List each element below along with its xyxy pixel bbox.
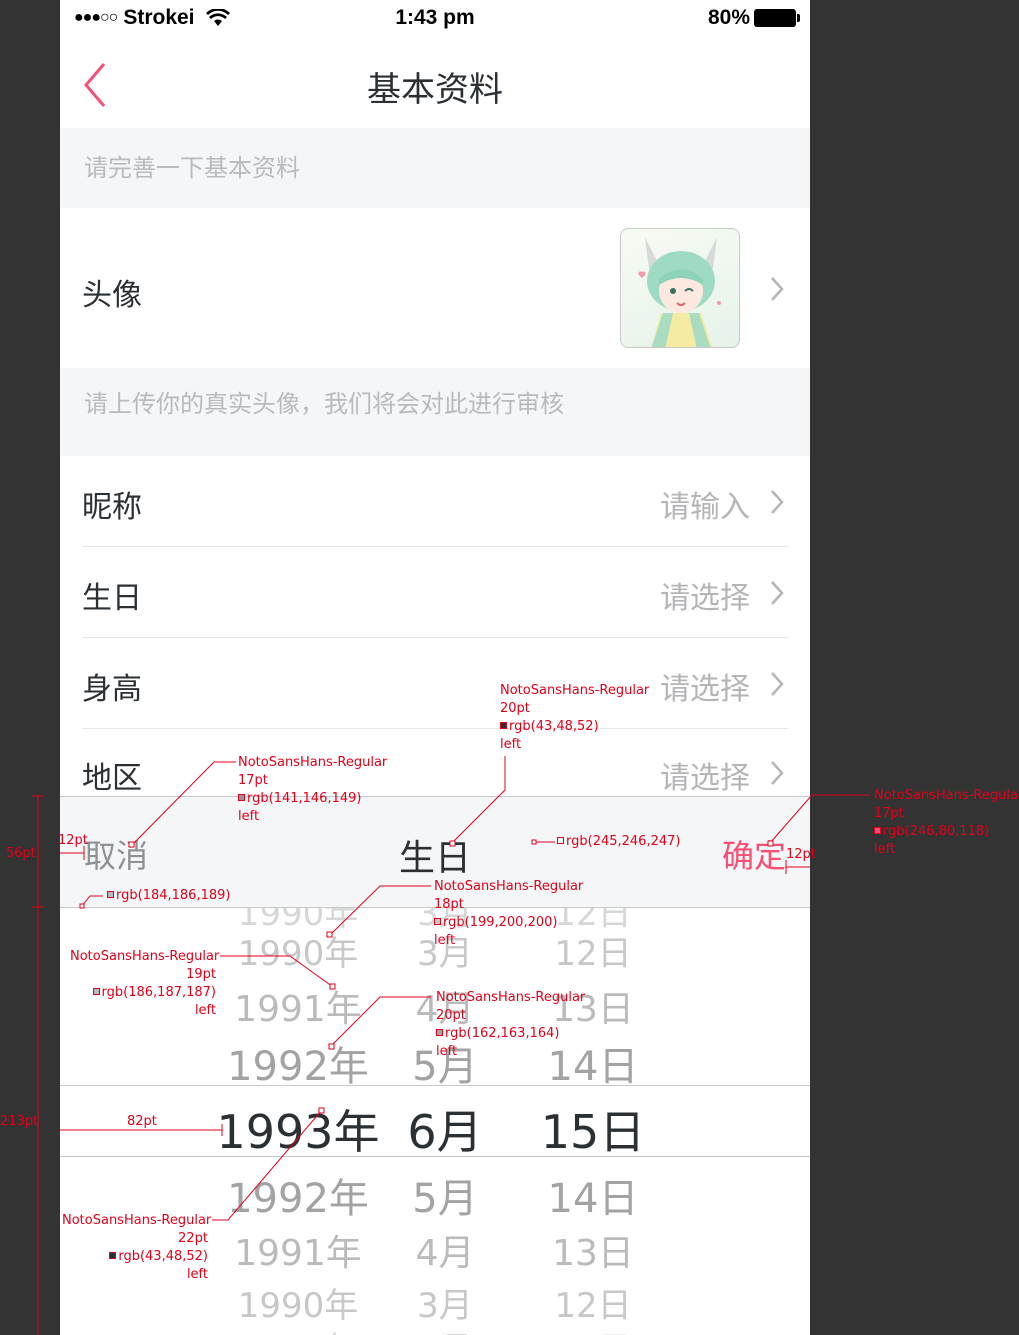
height-placeholder: 请选择 [660, 672, 750, 707]
region-placeholder: 请选择 [660, 761, 750, 796]
annotation-cancel-font: NotoSansHans-Regular 17pt rgb(141,146,14… [238, 755, 388, 824]
annotation-row1-font: NotoSansHans-Regular 18pt rgb(199,200,20… [434, 879, 584, 948]
status-bar: ●●●○○ Strokei 1:43 pm 80% [60, 0, 810, 40]
chevron-right-icon [771, 672, 784, 696]
annotation-year-offset: 82pt [127, 1114, 157, 1129]
annotation-divider-color: rgb(184,186,189) [107, 887, 230, 905]
birthday-placeholder: 请选择 [660, 581, 750, 616]
birthday-label: 生日 [82, 581, 142, 616]
confirm-button[interactable]: 确定 [722, 831, 786, 877]
annotation-padding-right: 12pt [786, 847, 816, 862]
annotation-confirm-font: NotoSansHans-Regular 17pt rgb(246,80,118… [874, 788, 1019, 857]
region-row[interactable]: 地区 请选择 [60, 729, 810, 796]
avatar-hint: 请上传你的真实头像，我们将会对此进行审核 [60, 368, 810, 456]
annotation-title-font: NotoSansHans-Regular 20pt rgb(43,48,52) … [500, 683, 650, 752]
nickname-row[interactable]: 昵称 请输入 [60, 456, 810, 547]
chevron-right-icon [771, 761, 784, 785]
chevron-right-icon [771, 490, 784, 514]
avatar-row[interactable]: 头像 [60, 208, 810, 368]
nav-bar: 基本资料 [60, 40, 810, 128]
avatar-illustration [638, 237, 721, 347]
day-option[interactable]: 12日 [554, 1278, 631, 1327]
birthday-row[interactable]: 生日 请选择 [60, 547, 810, 638]
day-option-selected[interactable]: 15日 [541, 1096, 646, 1162]
height-row[interactable]: 身高 请选择 [60, 638, 810, 729]
page-title: 基本资料 [367, 70, 503, 110]
region-label: 地区 [82, 761, 142, 796]
avatar-label: 头像 [82, 278, 142, 313]
nickname-placeholder: 请输入 [660, 490, 750, 525]
annotation-padding-left: 12pt [58, 833, 88, 848]
avatar-chevron-right-icon [771, 277, 784, 301]
nickname-label: 昵称 [82, 490, 142, 525]
annotation-row2-font: NotoSansHans-Regular 19pt rgb(186,187,18… [70, 949, 220, 1018]
battery-icon [754, 9, 800, 27]
chevron-right-icon [771, 581, 784, 605]
day-option[interactable]: 13日 [552, 1224, 634, 1276]
day-option[interactable]: 12日 [554, 1322, 631, 1335]
annotation-toolbar-height: 56pt [6, 846, 36, 861]
clock: 1:43 pm [395, 6, 475, 29]
intro-hint: 请完善一下基本资料 [60, 128, 810, 208]
annotation-row3-font: NotoSansHans-Regular 20pt rgb(162,163,16… [436, 990, 586, 1059]
height-label: 身高 [82, 672, 142, 707]
annotation-picker-height: 213pt [0, 1114, 39, 1129]
picker-title: 生日 [398, 838, 471, 879]
annotation-toolbar-bg: rgb(245,246,247) [557, 833, 680, 851]
phone-screen: ●●●○○ Strokei 1:43 pm 80% 基本资料 请完善一下基本资料… [60, 0, 810, 1335]
day-option[interactable]: 14日 [548, 1166, 639, 1224]
battery-percent: 80% [707, 6, 750, 29]
annotation-selected-font: NotoSansHans-Regular 22pt rgb(43,48,52) … [62, 1213, 212, 1282]
avatar[interactable] [620, 228, 740, 348]
